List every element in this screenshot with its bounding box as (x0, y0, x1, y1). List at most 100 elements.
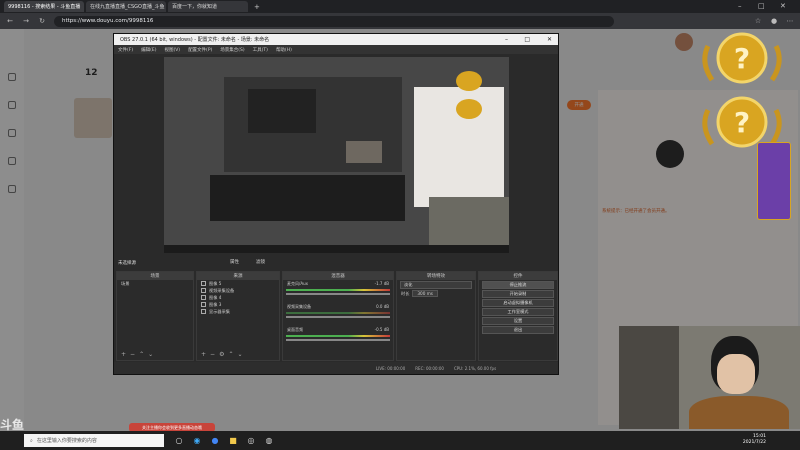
menu-help[interactable]: 帮助(H) (276, 47, 292, 53)
new-tab-button[interactable]: + (254, 3, 260, 11)
profile-icon[interactable]: ● (770, 17, 778, 25)
add-icon[interactable]: + (201, 351, 206, 358)
mixer-channel: 麦克风/Aux -1.7 dB (283, 280, 393, 288)
down-icon[interactable]: ⌄ (148, 351, 153, 358)
source-label: 图像 3 (209, 301, 222, 307)
menu-scene-collection[interactable]: 场景集合(S) (220, 47, 244, 53)
stop-streaming-button[interactable]: 停止推流 (482, 281, 554, 289)
menu-edit[interactable]: 编辑(E) (141, 47, 156, 53)
gear-icon[interactable]: ⚙ (219, 351, 224, 358)
folder-icon[interactable]: ■ (224, 431, 242, 450)
reload-icon[interactable]: ↻ (38, 17, 46, 25)
nested-taskbar (164, 245, 509, 253)
volume-slider[interactable] (286, 293, 390, 295)
obs-menu-bar: 文件(F) 编辑(E) 视图(V) 配置文件(P) 场景集合(S) 工具(T) … (114, 45, 558, 54)
filters-button[interactable]: 滤镜 (256, 259, 265, 265)
virtual-camera-button[interactable]: 启动虚拟摄像机 (482, 299, 554, 307)
obs-close-icon[interactable]: ✕ (547, 36, 552, 43)
back-icon[interactable]: ← (6, 17, 14, 25)
source-item[interactable]: 视频采集设备 (197, 287, 279, 294)
taskbar-search[interactable]: ⌕ 在这里输入你要搜索的内容 (24, 434, 164, 447)
channel-name: 桌面音频 (287, 327, 303, 332)
mixer-channel: 视频采集设备 0.0 dB (283, 303, 393, 311)
url-input[interactable]: https://www.douyu.com/9998116 (54, 15, 614, 27)
nested-obs-docks (210, 175, 405, 221)
close-icon[interactable]: ✕ (780, 2, 786, 10)
taskbar: ⌕ 在这里输入你要搜索的内容 ○ ◉ ● ■ ◎ ◍ 15:01 2021/7/… (0, 431, 800, 450)
menu-tools[interactable]: 工具(T) (253, 47, 268, 53)
scenes-panel: 场景 场景 + − ⌃ ⌄ (116, 271, 194, 361)
browser-tab[interactable]: 9998116 - 搜索结果 - 斗鱼直播 (4, 1, 84, 12)
maximize-icon[interactable]: □ (758, 2, 765, 10)
studio-mode-button[interactable]: 工作室模式 (482, 308, 554, 316)
forward-icon[interactable]: → (22, 17, 30, 25)
source-label: 图像 4 (209, 294, 222, 300)
taskbar-clock[interactable]: 15:01 2021/7/22 (743, 434, 766, 446)
menu-profile[interactable]: 配置文件(P) (188, 47, 212, 53)
volume-slider[interactable] (286, 339, 390, 341)
level-meter (286, 312, 390, 314)
nested-preview-inner (248, 89, 316, 133)
channel-db: -1.7 dB (374, 281, 389, 286)
nested-webcam (346, 141, 382, 163)
live-status: LIVE: 00:00:00 (376, 365, 406, 371)
source-item[interactable]: 图像 5 (197, 280, 279, 287)
obs-preview[interactable] (164, 57, 509, 253)
sources-panel: 来源 图像 5 视频采集设备 图像 4 图像 3 显示器采集 + − ⚙ ⌃ ⌄ (196, 271, 280, 361)
exit-button[interactable]: 退出 (482, 326, 554, 334)
scene-item[interactable]: 场景 (117, 280, 193, 287)
duration-label: 时长 (401, 290, 410, 296)
address-bar: ← → ↻ https://www.douyu.com/9998116 ☆ ● … (0, 13, 800, 29)
obs-status-bar: LIVE: 00:00:00 REC: 00:00:00 CPU: 2.1%, … (114, 362, 558, 374)
remove-icon[interactable]: − (210, 351, 215, 358)
level-meter (286, 289, 390, 291)
steam-icon[interactable]: ◎ (242, 431, 260, 450)
obs-icon[interactable]: ◍ (260, 431, 278, 450)
star-icon[interactable]: ☆ (754, 17, 762, 25)
webcam-door (619, 326, 679, 429)
volume-slider[interactable] (286, 316, 390, 318)
menu-file[interactable]: 文件(F) (118, 47, 133, 53)
controls-panel: 控件 停止推流 开始录制 启动虚拟摄像机 工作室模式 设置 退出 (478, 271, 558, 361)
source-label: 图像 5 (209, 280, 222, 286)
scenes-toolbar: + − ⌃ ⌄ (117, 351, 153, 358)
sources-title: 来源 (197, 272, 279, 280)
source-item[interactable]: 显示器采集 (197, 308, 279, 315)
start-recording-button[interactable]: 开始录制 (482, 290, 554, 298)
menu-view[interactable]: 视图(V) (164, 47, 180, 53)
minimize-icon[interactable]: – (738, 2, 742, 10)
image-icon (201, 295, 206, 300)
obs-minimize-icon[interactable]: – (505, 36, 508, 43)
rec-status: REC: 00:00:00 (415, 365, 444, 371)
add-icon[interactable]: + (121, 351, 126, 358)
duration-input[interactable]: 300 ms (412, 290, 438, 297)
mixer-panel: 混音器 麦克风/Aux -1.7 dB 视频采集设备 0.0 dB 桌面音频 -0.5… (282, 271, 394, 361)
duration-row: 时长 300 ms (397, 290, 475, 297)
channel-name: 麦克风/Aux (287, 281, 308, 286)
promo-banner[interactable] (757, 142, 791, 220)
source-item[interactable]: 图像 4 (197, 294, 279, 301)
up-icon[interactable]: ⌃ (228, 351, 233, 358)
nested-medal-icon (456, 71, 482, 91)
transition-select[interactable]: 淡化 (400, 281, 472, 289)
remove-icon[interactable]: − (130, 351, 135, 358)
down-icon[interactable]: ⌄ (237, 351, 242, 358)
settings-button[interactable]: 设置 (482, 317, 554, 325)
up-icon[interactable]: ⌃ (139, 351, 144, 358)
mixer-title: 混音器 (283, 272, 393, 280)
browser-tab[interactable]: 在线九直播直播_CSGO直播_斗鱼 (86, 1, 166, 12)
menu-icon[interactable]: ⋯ (786, 17, 794, 25)
preview-webcam (429, 197, 509, 252)
clock-date: 2021/7/22 (742, 440, 766, 445)
camera-icon (201, 288, 206, 293)
browser-icon[interactable]: ● (206, 431, 224, 450)
properties-button[interactable]: 属性 (230, 259, 239, 265)
controls-title: 控件 (479, 272, 557, 280)
obs-maximize-icon[interactable]: □ (524, 36, 530, 43)
source-item[interactable]: 图像 3 (197, 301, 279, 308)
task-view-icon[interactable]: ○ (170, 431, 188, 450)
svg-text:?: ? (734, 42, 750, 75)
channel-name: 视频采集设备 (287, 304, 311, 309)
browser-tab[interactable]: 百度一下，你就知道 (168, 1, 248, 12)
edge-icon[interactable]: ◉ (188, 431, 206, 450)
